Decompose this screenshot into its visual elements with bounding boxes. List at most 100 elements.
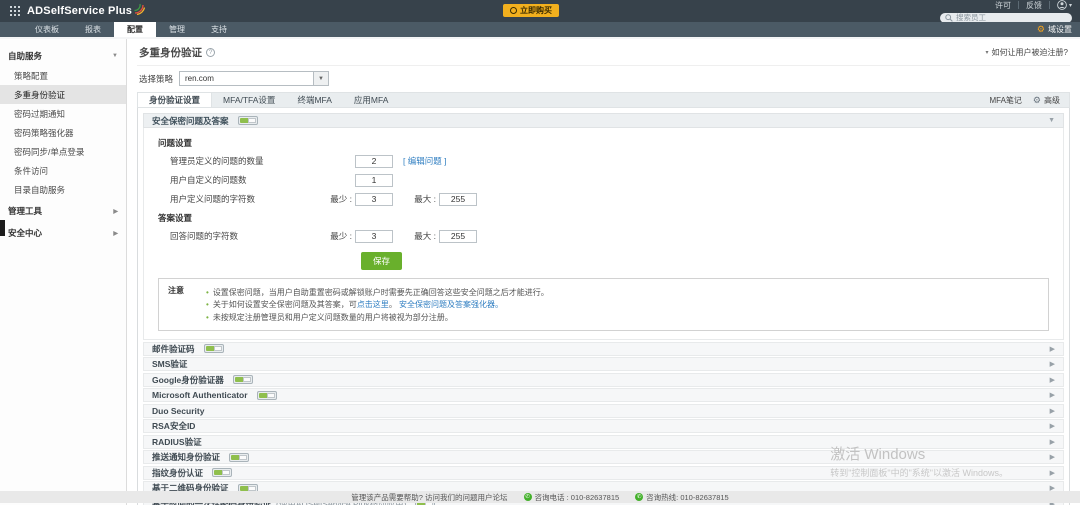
admin-questions-row: 管理员定义的问题的数量 [ 编辑问题 ]: [170, 154, 1049, 168]
sidebar-section-security-center[interactable]: 安全中心 ▶: [0, 223, 126, 243]
footer-phone-2: 咨询热线: 010-82637815: [646, 492, 729, 502]
help-icon[interactable]: [206, 48, 215, 57]
phone-icon: [635, 493, 644, 501]
gear-icon: ⚙: [1032, 94, 1041, 105]
sidebar-section-self-service[interactable]: 自助服务 ▼: [0, 46, 126, 66]
main-nav: 仪表板 报表 配置 管理 支持 ⚙ 域设置: [0, 22, 1080, 37]
search-icon: [945, 13, 953, 22]
footer-help-text[interactable]: 管理该产品需要帮助? 访问我们的问题用户论坛: [351, 492, 507, 503]
security-qa-body: 问题设置 管理员定义的问题的数量 [ 编辑问题 ] 用户自定义的问题数 用户定义…: [143, 128, 1064, 340]
sidebar-item-password-expiry[interactable]: 密码过期通知: [0, 104, 126, 123]
phone-icon: [523, 493, 532, 501]
tab-dashboard[interactable]: 仪表板: [22, 22, 72, 37]
authenticator-row-radius[interactable]: RADIUS验证 ▶: [143, 434, 1064, 449]
sidebar-item-password-sync[interactable]: 密码同步/单点登录: [0, 142, 126, 161]
app-logo: ADSelfService Plus: [27, 5, 133, 17]
authenticators-panel: 安全保密问题及答案 ▼ 问题设置 管理员定义的问题的数量 [ 编辑问题 ] 用户…: [137, 108, 1070, 505]
authenticator-row-sms[interactable]: SMS验证 ▶: [143, 357, 1064, 371]
domain-settings-button[interactable]: ⚙ 域设置: [1037, 22, 1072, 37]
email-otp-toggle[interactable]: [203, 344, 224, 353]
search-input[interactable]: [956, 13, 1066, 22]
employee-search[interactable]: [940, 12, 1072, 23]
logo-swoosh-icon: [134, 2, 146, 20]
tab-reports[interactable]: 报表: [72, 22, 114, 37]
chevron-right-icon: ▶: [1049, 376, 1055, 384]
sidebar-item-policy-config[interactable]: 策略配置: [0, 66, 126, 85]
chevron-right-icon: ▶: [1049, 454, 1055, 461]
tab-support[interactable]: 支持: [198, 22, 240, 37]
click-here-link[interactable]: 点击这里: [357, 300, 389, 309]
policy-select-label: 选择策略: [139, 73, 174, 84]
sidebar-item-conditional-access[interactable]: 条件访问: [0, 161, 126, 180]
tab-mfa-tfa-settings[interactable]: MFA/TFA设置: [212, 93, 286, 107]
chevron-down-icon: ▼: [112, 53, 118, 59]
tab-admin[interactable]: 管理: [156, 22, 198, 37]
answer-settings-heading: 答案设置: [158, 213, 193, 223]
authenticator-row-google[interactable]: Google身份验证器 ▶: [143, 372, 1064, 387]
authenticator-row-rsa[interactable]: RSA安全ID ▶: [143, 419, 1064, 433]
page-title: 多重身份验证: [139, 45, 215, 60]
chevron-right-icon: ▶: [1049, 438, 1055, 446]
answer-max-length-input[interactable]: [439, 229, 477, 243]
user-questions-count-input[interactable]: [355, 173, 393, 187]
tab-authenticators-setup[interactable]: 身份验证设置: [138, 93, 213, 107]
chevron-right-icon: ▶: [1049, 469, 1055, 477]
app-grid-icon[interactable]: [10, 6, 20, 16]
buy-now-button[interactable]: 立即购买: [503, 4, 559, 17]
chevron-right-icon: ▶: [1049, 407, 1055, 415]
main-content: 多重身份验证 如何让用户被迫注册? 选择策略 ren.com ▼ 身份验证设置 …: [127, 39, 1080, 505]
tab-endpoint-mfa[interactable]: 终端MFA: [286, 93, 342, 107]
mfa-note-link[interactable]: MFA笔记: [989, 95, 1021, 106]
sidebar-item-mfa[interactable]: 多重身份验证: [0, 85, 126, 104]
chevron-right-icon: ▶: [113, 208, 118, 215]
tab-application-mfa[interactable]: 应用MFA: [343, 93, 399, 107]
top-bar: ADSelfService Plus 立即购买 许可 反馈 ▾: [0, 0, 1080, 23]
footer-phone-1: 咨询电话 : 010-82637815: [534, 492, 620, 502]
question-max-length-input[interactable]: [439, 192, 477, 206]
gear-icon: ⚙: [1036, 24, 1045, 34]
sidebar-item-directory-self-service[interactable]: 目录自助服务: [0, 180, 126, 199]
user-menu[interactable]: ▾: [1057, 0, 1072, 10]
user-questions-row: 用户自定义的问题数: [170, 173, 1049, 187]
security-qa-section-header[interactable]: 安全保密问题及答案 ▼: [143, 113, 1064, 128]
tab-configuration[interactable]: 配置: [114, 22, 156, 37]
google-auth-toggle[interactable]: [232, 375, 253, 384]
save-button[interactable]: 保存: [361, 252, 403, 270]
feedback-link[interactable]: 反馈: [1026, 0, 1042, 11]
authenticator-row-microsoft[interactable]: Microsoft Authenticator ▶: [143, 388, 1064, 402]
chevron-right-icon: ▶: [1049, 361, 1055, 368]
authenticator-row-push[interactable]: 推送通知身份验证 ▶: [143, 450, 1064, 464]
force-enroll-help-link[interactable]: 如何让用户被迫注册?: [986, 47, 1068, 58]
answer-min-length-input[interactable]: [355, 229, 393, 243]
bullet-icon: •: [206, 287, 209, 297]
policy-select[interactable]: ren.com ▼: [179, 71, 330, 86]
select-arrow-icon: ▼: [313, 72, 329, 85]
user-icon: [1057, 0, 1067, 10]
footer: 管理该产品需要帮助? 访问我们的问题用户论坛 咨询电话 : 010-826378…: [0, 491, 1080, 503]
question-min-length-input[interactable]: [355, 192, 393, 206]
chevron-right-icon: ▶: [113, 230, 118, 237]
microsoft-auth-toggle[interactable]: [256, 390, 277, 400]
qa-enforcer-link[interactable]: 安全保密问题及答案强化器。: [399, 300, 503, 309]
answer-length-row: 回答问题的字符数 最少 : 最大 :: [170, 229, 1049, 243]
chevron-down-icon: ▼: [1048, 117, 1055, 124]
note-box: 注意 • 设置保密问题，当用户自助重置密码或解锁账户时需要先正确回答这些安全问题之…: [158, 278, 1049, 331]
sidebar: 自助服务 ▼ 策略配置 多重身份验证 密码过期通知 密码策略强化器 密码同步/单…: [0, 39, 127, 505]
sidebar-section-admin-tools[interactable]: 管理工具 ▶: [0, 201, 126, 221]
caret-down-icon: ▾: [1068, 2, 1072, 9]
security-qa-toggle[interactable]: [237, 116, 258, 125]
admin-questions-count-input[interactable]: [355, 154, 393, 168]
authenticator-row-duo[interactable]: Duo Security ▶: [143, 403, 1064, 418]
authenticator-row-email[interactable]: 邮件验证码 ▶: [143, 341, 1064, 356]
push-auth-toggle[interactable]: [229, 452, 250, 462]
edit-questions-link[interactable]: [ 编辑问题 ]: [403, 155, 446, 167]
authenticator-row-fingerprint[interactable]: 指纹身份认证 ▶: [143, 465, 1064, 480]
bullet-icon: •: [206, 312, 209, 322]
chevron-right-icon: ▶: [1049, 345, 1055, 353]
license-link[interactable]: 许可: [995, 0, 1011, 11]
question-length-row: 用户定义问题的字符数 最少 : 最大 :: [170, 192, 1049, 206]
side-panel-handle[interactable]: [0, 220, 5, 236]
advanced-button[interactable]: ⚙ 高级: [1033, 95, 1060, 106]
fingerprint-auth-toggle[interactable]: [212, 468, 233, 477]
sidebar-item-password-policy[interactable]: 密码策略强化器: [0, 123, 126, 142]
